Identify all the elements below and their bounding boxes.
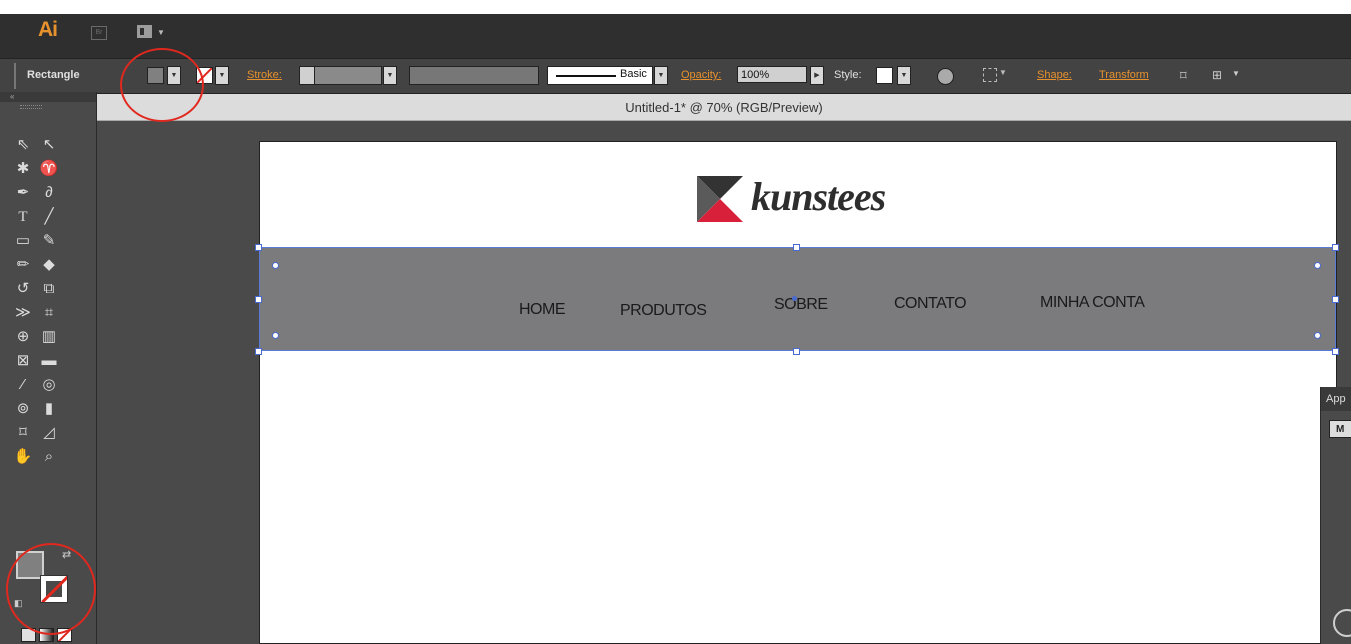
opacity-input[interactable]: 100% (737, 66, 807, 83)
selection-handle[interactable] (793, 244, 800, 251)
screen-top-border (0, 0, 1351, 14)
document-tab[interactable]: Untitled-1* @ 70% (RGB/Preview) (97, 94, 1351, 121)
eraser-tool-icon[interactable]: ◆ (38, 254, 60, 276)
free-transform-tool-icon[interactable]: ⌗ (38, 302, 60, 324)
panel-grip[interactable] (14, 63, 16, 89)
eyedropper-tool-icon[interactable]: ⁄ (12, 374, 34, 396)
transform-link[interactable]: Transform (1099, 69, 1149, 81)
stroke-weight-input[interactable] (314, 66, 382, 85)
live-corner-widget[interactable] (272, 262, 279, 269)
lasso-tool-icon[interactable]: ♈ (38, 158, 60, 180)
symbol-sprayer-tool-icon[interactable]: ⊚ (12, 398, 34, 420)
recolor-artwork-icon[interactable] (937, 68, 954, 85)
curvature-tool-icon[interactable]: ∂ (38, 182, 60, 204)
rotate-tool-icon[interactable]: ↺ (12, 278, 34, 300)
brush-definition[interactable]: Basic (547, 66, 653, 85)
chevron-down-icon[interactable]: ▼ (157, 28, 165, 37)
stroke-dropdown[interactable]: ▼ (215, 66, 229, 85)
magic-wand-tool-icon[interactable]: ✱ (12, 158, 34, 180)
nav-item-home[interactable]: HOME (519, 301, 566, 319)
live-corner-widget[interactable] (1314, 262, 1321, 269)
direct-selection-tool-icon[interactable]: ↖ (38, 134, 60, 156)
chevron-down-icon[interactable]: ▼ (999, 68, 1007, 77)
nav-item-sobre[interactable]: SOBRE (774, 296, 828, 314)
live-corner-widget[interactable] (272, 332, 279, 339)
brush-dropdown[interactable]: ▼ (654, 66, 668, 85)
selection-handle[interactable] (255, 348, 262, 355)
variable-width-profile[interactable] (409, 66, 539, 85)
scale-tool-icon[interactable]: ⧉ (38, 278, 60, 300)
appearance-panel: App M (1320, 387, 1351, 644)
logo-wordmark: kunstees (751, 174, 886, 219)
live-corner-widget[interactable] (1314, 332, 1321, 339)
type-tool-icon[interactable]: T (12, 206, 34, 228)
stroke-label[interactable]: Stroke: (247, 69, 282, 81)
chevron-down-icon[interactable]: ▼ (1232, 69, 1240, 78)
mesh-tool-icon[interactable]: ⊠ (12, 350, 34, 372)
column-graph-tool-icon[interactable]: ▮ (38, 398, 60, 420)
perspective-grid-tool-icon[interactable]: ▥ (38, 326, 60, 348)
panel-circle-icon[interactable] (1333, 609, 1351, 637)
style-label: Style: (834, 69, 862, 81)
kunstees-logo-mark-icon (697, 176, 743, 222)
bridge-icon[interactable]: Br (91, 26, 107, 40)
selection-handle[interactable] (793, 348, 800, 355)
panel-button[interactable]: M (1329, 420, 1351, 438)
application-bar: Ai Br ▼ (0, 0, 1351, 58)
arrange-documents-icon[interactable] (137, 25, 152, 38)
opacity-label[interactable]: Opacity: (681, 69, 721, 81)
selection-tool-icon[interactable]: ⇖ (12, 134, 34, 156)
graphic-style-swatch[interactable] (876, 67, 893, 84)
isolate-selected-icon[interactable]: ⌑ (1180, 68, 1187, 84)
current-tool-label: Rectangle (27, 69, 80, 81)
gradient-tool-icon[interactable]: ▬ (38, 350, 60, 372)
width-tool-icon[interactable]: ≫ (12, 302, 34, 324)
center-point[interactable] (792, 296, 797, 301)
annotation-circle (120, 48, 204, 122)
line-segment-tool-icon[interactable]: ╱ (38, 206, 60, 228)
annotation-circle (6, 543, 96, 635)
pencil-tool-icon[interactable]: ✏ (12, 254, 34, 276)
zoom-tool-icon[interactable]: ⌕ (38, 446, 60, 468)
shape-label[interactable]: Shape: (1037, 69, 1072, 81)
paintbrush-tool-icon[interactable]: ✎ (38, 230, 60, 252)
opacity-dropdown[interactable]: ▶ (810, 66, 824, 85)
selection-handle[interactable] (1332, 296, 1339, 303)
brush-name: Basic (620, 68, 647, 80)
style-dropdown[interactable]: ▼ (897, 66, 911, 85)
kunstees-logo[interactable]: kunstees (697, 173, 957, 225)
stroke-weight-dropdown[interactable]: ▼ (383, 66, 397, 85)
panel-grip[interactable] (20, 105, 42, 109)
rectangle-tool-icon[interactable]: ▭ (12, 230, 34, 252)
selection-handle[interactable] (1332, 244, 1339, 251)
nav-item-minha-conta[interactable]: MINHA CONTA (1040, 294, 1145, 312)
artboard-tool-icon[interactable]: ⌑ (12, 422, 34, 444)
slice-tool-icon[interactable]: ◿ (38, 422, 60, 444)
brush-stroke-preview (556, 75, 616, 77)
hand-tool-icon[interactable]: ✋ (12, 446, 34, 468)
blend-tool-icon[interactable]: ◎ (38, 374, 60, 396)
shape-builder-tool-icon[interactable]: ⊕ (12, 326, 34, 348)
stroke-weight-stepper[interactable] (299, 66, 315, 85)
panel-title[interactable]: App (1321, 387, 1351, 411)
control-panel-menu-icon[interactable]: ⊞ (1212, 68, 1222, 82)
align-icon[interactable] (983, 68, 997, 82)
illustrator-logo: Ai (38, 18, 58, 41)
nav-item-contato[interactable]: CONTATO (894, 295, 967, 313)
nav-item-produtos[interactable]: PRODUTOS (620, 302, 707, 320)
selection-handle[interactable] (255, 244, 262, 251)
collapse-panel-icon[interactable]: « (0, 92, 96, 102)
document-title: Untitled-1* @ 70% (RGB/Preview) (625, 100, 823, 115)
selection-handle[interactable] (255, 296, 262, 303)
pen-tool-icon[interactable]: ✒ (12, 182, 34, 204)
selection-handle[interactable] (1332, 348, 1339, 355)
